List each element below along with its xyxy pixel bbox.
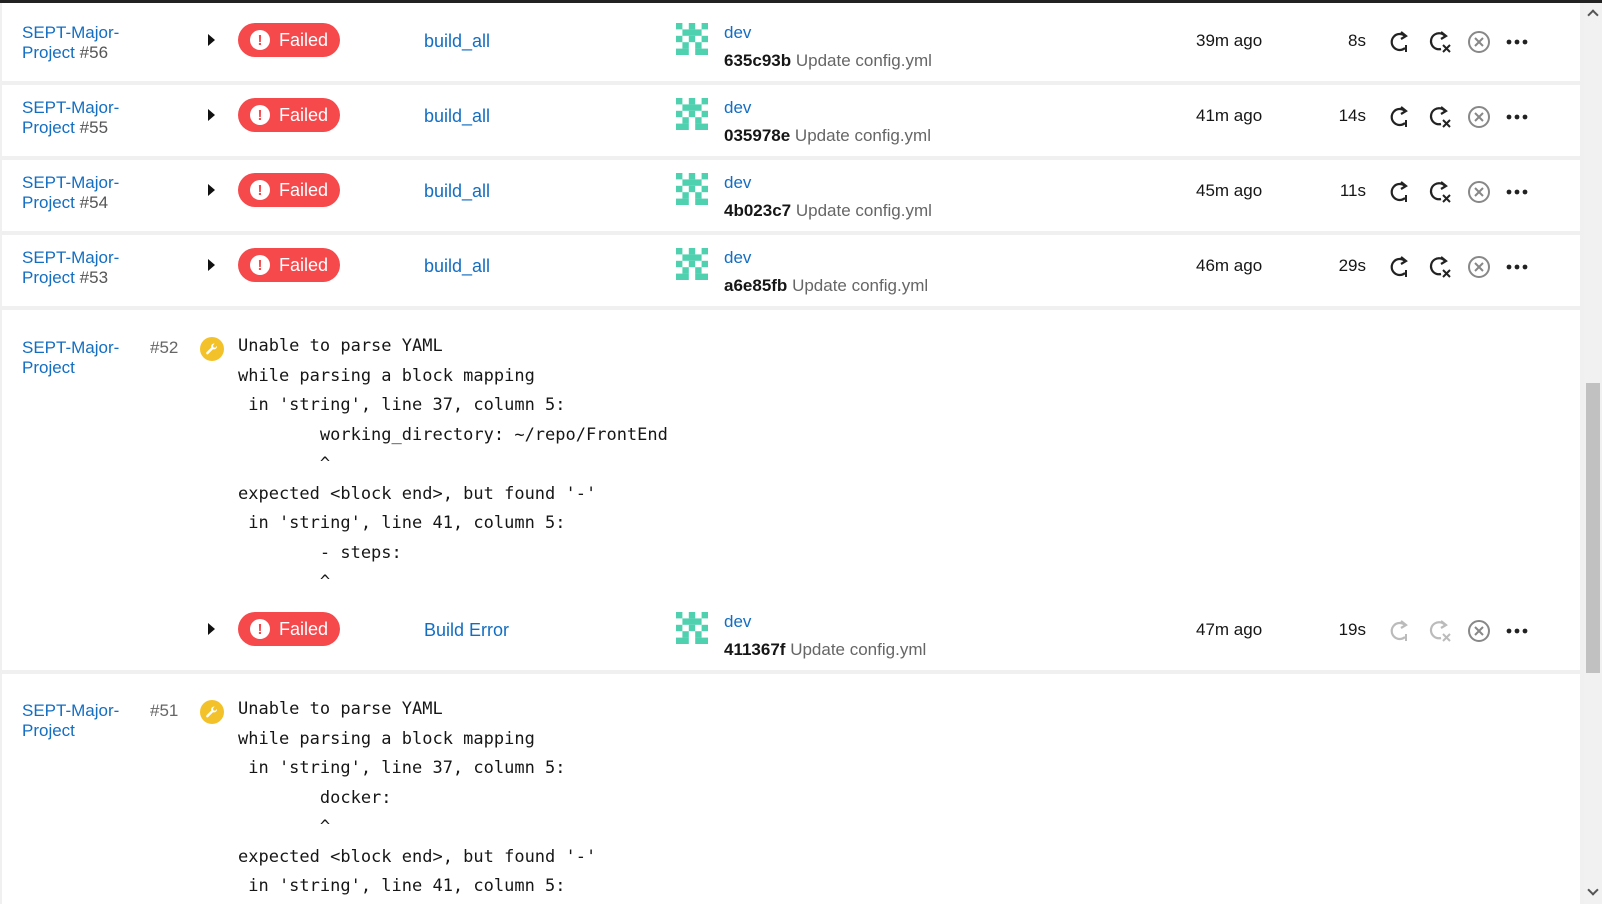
rerun-icon[interactable] (1386, 29, 1412, 55)
wrench-icon (200, 337, 224, 361)
cancel-icon[interactable] (1466, 254, 1492, 280)
scrollbar-thumb[interactable] (1586, 383, 1600, 673)
cancel-icon[interactable] (1466, 29, 1492, 55)
duration: 19s (1338, 620, 1366, 639)
commit-info[interactable]: 411367f Update config.yml (724, 640, 926, 660)
status-badge[interactable]: ! Failed (238, 248, 340, 282)
time-ago: 39m ago (1196, 31, 1263, 50)
workflow-link[interactable]: build_all (424, 181, 490, 202)
exclamation-icon: ! (250, 180, 270, 200)
branch-link[interactable]: dev (724, 98, 751, 118)
duration: 14s (1338, 106, 1366, 125)
exclamation-icon: ! (250, 255, 270, 275)
exclamation-icon: ! (250, 619, 270, 639)
rerun-icon[interactable] (1386, 254, 1412, 280)
workflow-link[interactable]: build_all (424, 106, 490, 127)
table-row: SEPT-Major- Project #55 ! Failed build_all… (2, 85, 1580, 156)
table-row: SEPT-Major- Project #52 Unable to parse Y… (2, 310, 1580, 670)
commit-info[interactable]: a6e85fb Update config.yml (724, 276, 928, 296)
project-link[interactable]: SEPT-Major- Project (22, 701, 119, 741)
project-link[interactable]: SEPT-Major- Project (22, 338, 119, 378)
avatar (676, 23, 708, 55)
branch-link[interactable]: dev (724, 173, 751, 193)
branch-link[interactable]: dev (724, 23, 751, 43)
status-badge[interactable]: ! Failed (238, 98, 340, 132)
exclamation-icon: ! (250, 105, 270, 125)
status-badge[interactable]: ! Failed (238, 23, 340, 57)
project-link[interactable]: SEPT-Major- Project #53 (22, 248, 119, 288)
more-icon[interactable] (1504, 29, 1530, 55)
build-number: #52 (150, 338, 179, 357)
rerun-failed-icon[interactable] (1426, 254, 1452, 280)
error-message: Unable to parse YAML while parsing a blo… (238, 336, 668, 592)
avatar (676, 173, 708, 205)
cancel-icon[interactable] (1466, 618, 1492, 644)
cancel-icon[interactable] (1466, 179, 1492, 205)
rerun-failed-icon (1429, 620, 1451, 642)
duration: 29s (1338, 256, 1366, 275)
expand-caret-icon[interactable] (208, 259, 215, 271)
rerun-icon[interactable] (1386, 104, 1412, 130)
more-icon[interactable] (1504, 179, 1530, 205)
more-icon[interactable] (1504, 254, 1530, 280)
more-icon[interactable] (1504, 618, 1530, 644)
commit-info[interactable]: 635c93b Update config.yml (724, 51, 932, 71)
error-message: Unable to parse YAML while parsing a blo… (238, 699, 597, 896)
expand-caret-icon[interactable] (208, 34, 215, 46)
status-badge[interactable]: ! Failed (238, 173, 340, 207)
scrollbar[interactable] (1584, 3, 1602, 904)
scroll-down-icon[interactable] (1587, 884, 1599, 896)
rerun-failed-icon[interactable] (1426, 179, 1452, 205)
rerun-icon (1390, 620, 1408, 641)
project-link[interactable]: SEPT-Major- Project #55 (22, 98, 119, 138)
time-ago: 47m ago (1196, 620, 1263, 639)
time-ago: 45m ago (1196, 181, 1263, 200)
commit-info[interactable]: 4b023c7 Update config.yml (724, 201, 932, 221)
project-link[interactable]: SEPT-Major- Project #54 (22, 173, 119, 213)
wrench-icon (200, 700, 224, 724)
expand-caret-icon[interactable] (208, 623, 215, 635)
cancel-icon[interactable] (1466, 104, 1492, 130)
scroll-up-icon[interactable] (1587, 9, 1599, 21)
avatar (676, 248, 708, 280)
workflow-link[interactable]: Build Error (424, 620, 509, 641)
pipeline-list: SEPT-Major- Project #56 ! Failed build_all… (0, 3, 1584, 904)
rerun-failed-icon[interactable] (1426, 104, 1452, 130)
workflow-link[interactable]: build_all (424, 256, 490, 277)
avatar (676, 98, 708, 130)
expand-caret-icon[interactable] (208, 184, 215, 196)
branch-link[interactable]: dev (724, 612, 751, 632)
build-number: #51 (150, 701, 179, 720)
table-row: SEPT-Major- Project #53 ! Failed build_all… (2, 235, 1580, 306)
avatar (676, 612, 708, 644)
time-ago: 41m ago (1196, 106, 1263, 125)
status-badge[interactable]: ! Failed (238, 612, 340, 646)
table-row: SEPT-Major- Project #54 ! Failed build_all… (2, 160, 1580, 231)
exclamation-icon: ! (250, 30, 270, 50)
table-row: SEPT-Major- Project #56 ! Failed build_all… (2, 3, 1580, 81)
branch-link[interactable]: dev (724, 248, 751, 268)
rerun-icon[interactable] (1386, 179, 1412, 205)
project-link[interactable]: SEPT-Major- Project #56 (22, 23, 119, 63)
expand-caret-icon[interactable] (208, 109, 215, 121)
more-icon[interactable] (1504, 104, 1530, 130)
time-ago: 46m ago (1196, 256, 1263, 275)
duration: 11s (1339, 181, 1366, 200)
commit-info[interactable]: 035978e Update config.yml (724, 126, 931, 146)
rerun-failed-icon[interactable] (1426, 29, 1452, 55)
duration: 8s (1348, 31, 1366, 50)
table-row: SEPT-Major- Project #51 Unable to parse Y… (2, 674, 1580, 904)
workflow-link[interactable]: build_all (424, 31, 490, 52)
